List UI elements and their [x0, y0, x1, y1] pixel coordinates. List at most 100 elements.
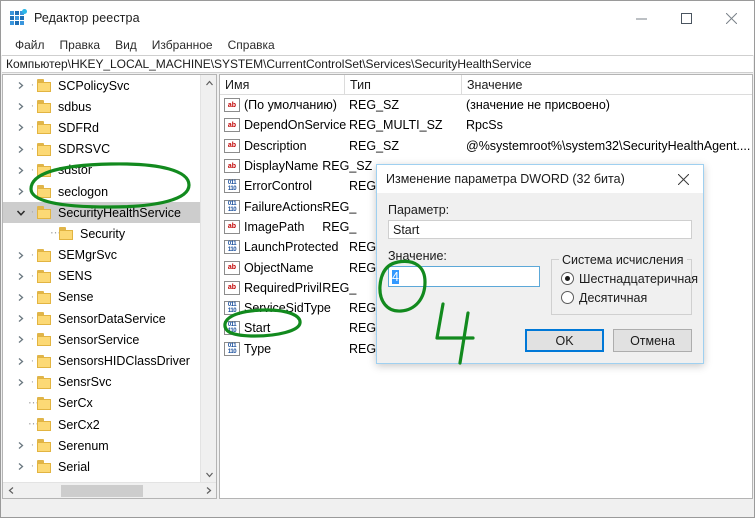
- menu-favorites[interactable]: Избранное: [145, 37, 221, 54]
- cancel-button[interactable]: Отмена: [613, 329, 692, 352]
- tree-item[interactable]: · Serial: [3, 456, 201, 477]
- minimize-icon[interactable]: [619, 1, 664, 35]
- folder-icon: [37, 100, 53, 114]
- value-type-cell: REG_SZ: [349, 138, 400, 153]
- tree-item-label: SerCx2: [58, 417, 100, 432]
- tree-item[interactable]: · SENS: [3, 266, 201, 287]
- value-name-label: RequiredPrivileg...: [244, 280, 322, 295]
- folder-icon: [37, 79, 53, 93]
- value-name-cell: 011 110 FailureActions: [220, 199, 322, 214]
- value-row[interactable]: ab DependOnService REG_MULTI_SZ RpcSs: [220, 115, 752, 135]
- tree-item[interactable]: · sdbus: [3, 96, 201, 117]
- tree-item-label: SerCx: [58, 396, 93, 411]
- radio-hexadecimal[interactable]: Шестнадцатеричная: [561, 269, 698, 288]
- binary-value-icon: 011 110: [224, 240, 240, 255]
- chevron-right-icon[interactable]: [13, 441, 28, 450]
- tree-item-label: SensorsHIDClassDriver: [58, 354, 190, 369]
- tree-guide-line: ⋯: [50, 227, 61, 240]
- value-type-cell: REG_MULTI_SZ: [349, 118, 443, 133]
- dialog-close-icon[interactable]: [663, 165, 703, 194]
- tree-item[interactable]: · SensrSvc: [3, 372, 201, 393]
- tree-item[interactable]: ⋯ SerCx: [3, 393, 201, 414]
- tree-guide-line: ·: [30, 333, 35, 346]
- chevron-right-icon[interactable]: [13, 314, 28, 323]
- value-type-cell: REG_SZ: [349, 98, 400, 113]
- tree-item[interactable]: · SensorsHIDClassDriver: [3, 350, 201, 371]
- tree-item[interactable]: · Sense: [3, 287, 201, 308]
- menu-edit[interactable]: Правка: [53, 37, 109, 54]
- radio-hexadecimal-label: Шестнадцатеричная: [579, 271, 698, 286]
- close-icon[interactable]: [709, 1, 754, 35]
- tree-item-label: SEMgrSvc: [58, 248, 118, 263]
- column-header-name[interactable]: Имя: [220, 75, 345, 94]
- chevron-right-icon[interactable]: [13, 102, 28, 111]
- ok-button[interactable]: OK: [525, 329, 604, 352]
- tree-item[interactable]: · SCPolicySvc: [3, 75, 201, 96]
- chevron-right-icon[interactable]: [13, 272, 28, 281]
- tree-item[interactable]: · SensorService: [3, 329, 201, 350]
- value-name-label: Start: [244, 321, 271, 336]
- chevron-right-icon[interactable]: [13, 123, 28, 132]
- value-name-label: DisplayName: [244, 159, 319, 174]
- chevron-right-icon[interactable]: [13, 357, 28, 366]
- chevron-right-icon[interactable]: [13, 187, 28, 196]
- chevron-right-icon[interactable]: [13, 293, 28, 302]
- string-value-icon: ab: [224, 138, 240, 153]
- radio-decimal[interactable]: Десятичная: [561, 288, 685, 307]
- tree-vertical-scrollbar[interactable]: [200, 75, 216, 483]
- value-row[interactable]: ab (По умолчанию) REG_SZ (значение не присв…: [220, 95, 752, 115]
- tree-item[interactable]: · sdstor: [3, 160, 201, 181]
- registry-tree[interactable]: · SCPolicySvc · sdbus · SDFRd · SDRSVC · sdstor · s…: [3, 75, 201, 483]
- tree-guide-line: ·: [30, 460, 35, 473]
- chevron-right-icon[interactable]: [13, 81, 28, 90]
- chevron-right-icon[interactable]: [13, 166, 28, 175]
- tree-item-label: SCPolicySvc: [58, 78, 130, 93]
- string-value-icon: ab: [224, 280, 240, 295]
- tree-item[interactable]: · SDRSVC: [3, 139, 201, 160]
- tree-horizontal-scrollbar[interactable]: [3, 482, 216, 498]
- menu-view[interactable]: Вид: [108, 37, 145, 54]
- value-name-label: (По умолчанию): [244, 98, 337, 113]
- tree-item[interactable]: ⋯ Security: [3, 223, 201, 244]
- address-bar[interactable]: Компьютер\HKEY_LOCAL_MACHINE\SYSTEM\Curr…: [2, 55, 753, 73]
- chevron-right-icon[interactable]: [13, 378, 28, 387]
- tree-item[interactable]: ⋯ SerCx2: [3, 414, 201, 435]
- value-row[interactable]: ab Description REG_SZ @%systemroot%\system3…: [220, 136, 752, 156]
- value-name-label: Description: [244, 138, 307, 153]
- scroll-left-icon[interactable]: [3, 483, 20, 498]
- maximize-icon[interactable]: [664, 1, 709, 35]
- tree-guide-line: ·: [30, 206, 35, 219]
- folder-icon: [37, 185, 53, 199]
- tree-item[interactable]: · SensorDataService: [3, 308, 201, 329]
- tree-item[interactable]: · Serenum: [3, 435, 201, 456]
- tree-guide-line: ·: [30, 248, 35, 261]
- menu-help[interactable]: Справка: [221, 37, 283, 54]
- value-input[interactable]: 4: [388, 266, 540, 287]
- tree-item-label: Serenum: [58, 438, 109, 453]
- tree-item[interactable]: · SEMgrSvc: [3, 245, 201, 266]
- folder-icon: [37, 290, 53, 304]
- column-header-value[interactable]: Значение: [462, 75, 752, 94]
- chevron-right-icon[interactable]: [13, 251, 28, 260]
- scroll-down-icon[interactable]: [201, 466, 216, 483]
- menu-file[interactable]: Файл: [8, 37, 53, 54]
- tree-guide-line: ⋯: [28, 418, 39, 431]
- tree-guide-line: ·: [30, 312, 35, 325]
- scroll-right-icon[interactable]: [200, 483, 216, 498]
- window-controls: [619, 1, 754, 35]
- tree-item[interactable]: · SecurityHealthService: [3, 202, 201, 224]
- chevron-down-icon[interactable]: [13, 208, 28, 218]
- tree-item[interactable]: · seclogon: [3, 181, 201, 202]
- tree-guide-line: ·: [30, 142, 35, 155]
- hscroll-thumb[interactable]: [61, 485, 143, 497]
- tree-item[interactable]: · SDFRd: [3, 117, 201, 138]
- scroll-up-icon[interactable]: [201, 75, 216, 92]
- dialog-buttons: OK Отмена: [525, 329, 692, 352]
- chevron-right-icon[interactable]: [13, 335, 28, 344]
- value-name-cell: 011 110 ErrorControl: [220, 179, 349, 194]
- chevron-right-icon[interactable]: [13, 145, 28, 154]
- column-header-type[interactable]: Тип: [345, 75, 462, 94]
- value-name-cell: ab (По умолчанию): [220, 98, 349, 113]
- tree-item-label: SensorDataService: [58, 311, 166, 326]
- chevron-right-icon[interactable]: [13, 462, 28, 471]
